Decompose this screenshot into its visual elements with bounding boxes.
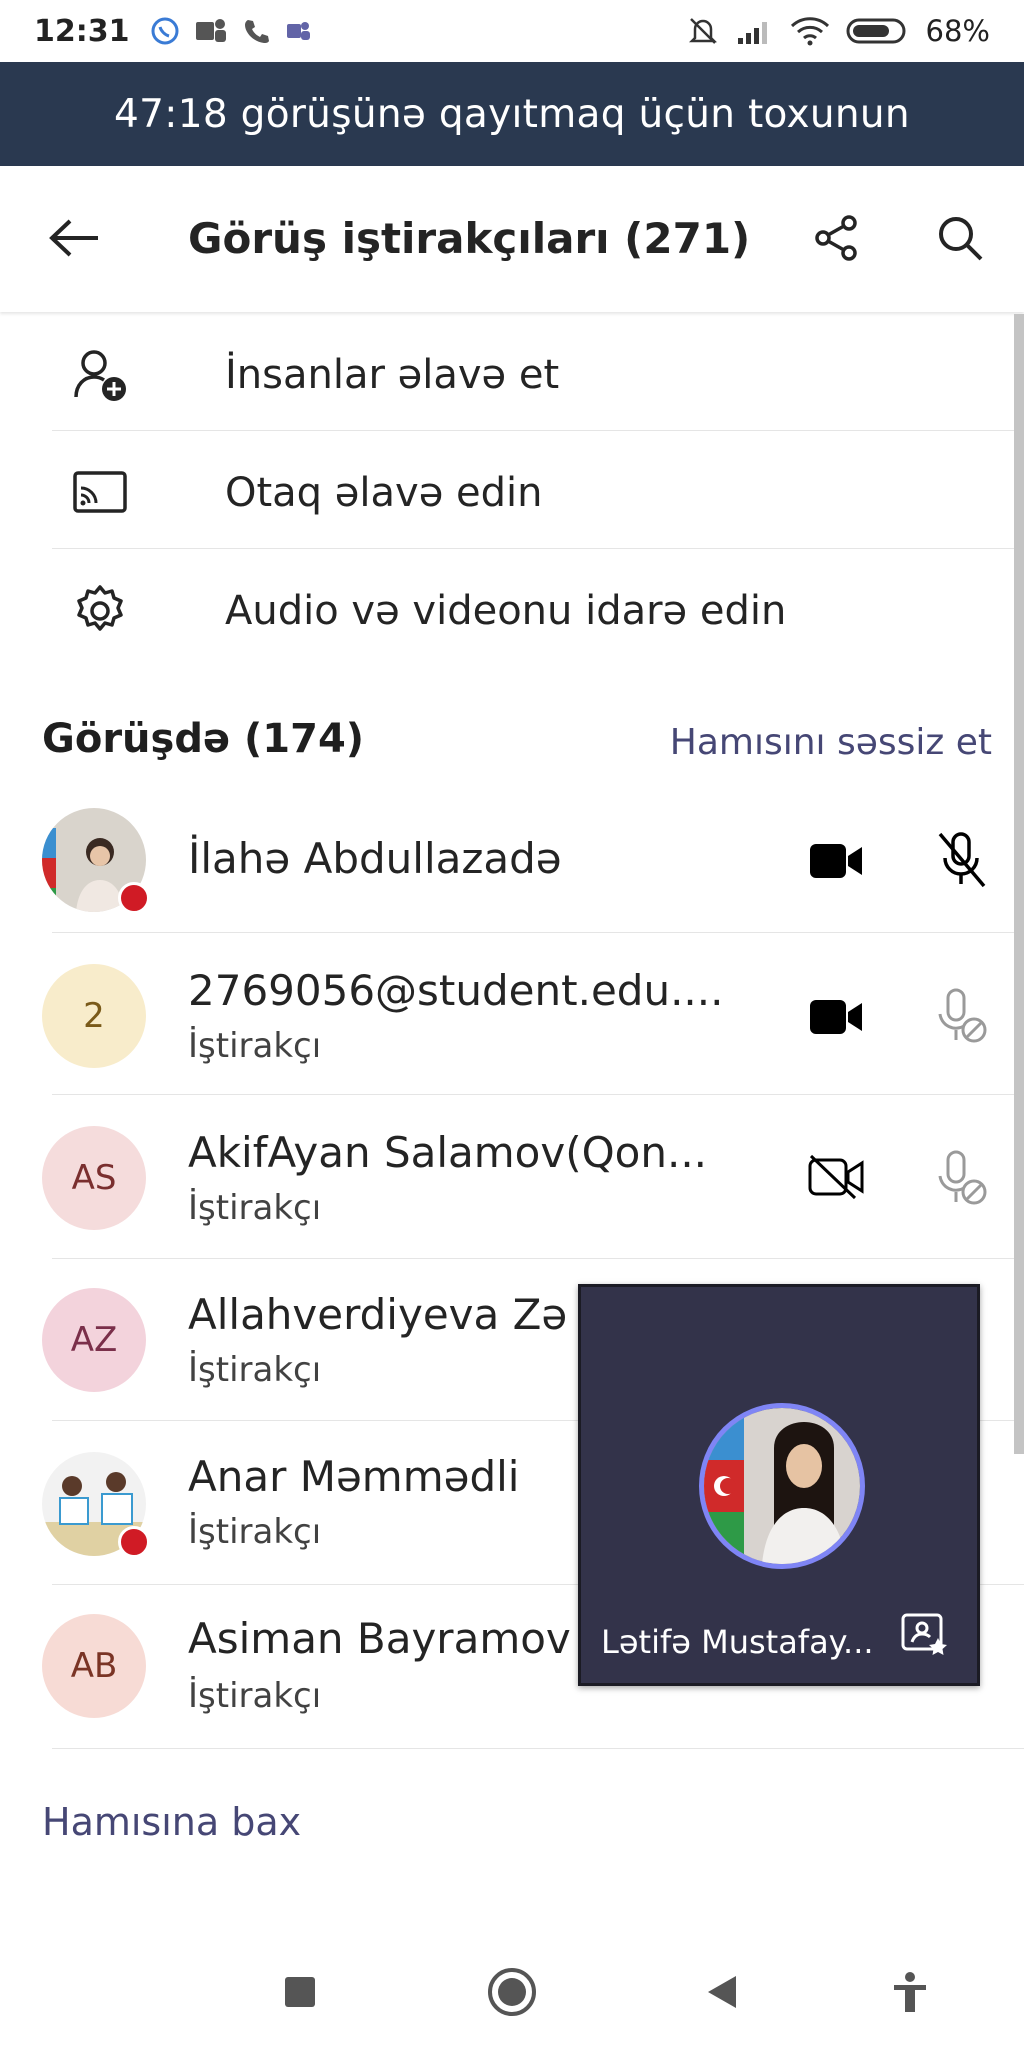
back-nav-button[interactable] bbox=[692, 1962, 752, 2022]
home-button[interactable] bbox=[482, 1962, 542, 2022]
back-button[interactable] bbox=[44, 208, 104, 268]
whatsapp-icon bbox=[151, 17, 178, 45]
participant-name: Asiman Bayramov bbox=[188, 1614, 571, 1663]
avatar-initials: 2 bbox=[83, 996, 105, 1036]
teams-small-icon bbox=[286, 22, 310, 40]
meeting-pip-window[interactable]: Lətifə Mustafay... bbox=[578, 1284, 980, 1686]
share-button[interactable] bbox=[804, 206, 868, 270]
avatar: 2 bbox=[42, 964, 146, 1068]
teams-icon bbox=[195, 19, 226, 42]
return-banner-text: 47:18 görüşünə qayıtmaq üçün toxunun bbox=[114, 91, 910, 137]
in-meeting-heading: Görüşdə (174) bbox=[42, 716, 365, 762]
app-header: Görüş iştirakçıları (271) bbox=[0, 166, 1024, 312]
phone-icon bbox=[244, 20, 269, 43]
participant-role: İştirakçı bbox=[188, 1188, 322, 1228]
status-bar: 12:31 68% bbox=[0, 0, 1024, 62]
video-off-icon bbox=[806, 1152, 866, 1202]
mute-all-button[interactable]: Hamısını səssiz et bbox=[670, 722, 992, 763]
participant-name: 2769056@student.edu.... bbox=[188, 966, 724, 1015]
wifi-icon bbox=[790, 17, 829, 46]
participant-name: Anar Məmmədli bbox=[188, 1452, 520, 1501]
notification-icons bbox=[150, 16, 312, 46]
participant-row[interactable]: 2 2769056@student.edu.... İştirakçı bbox=[0, 936, 1024, 1098]
signal-icon bbox=[737, 22, 767, 44]
participant-role: İştirakçı bbox=[188, 1676, 322, 1716]
status-right: 68% bbox=[686, 14, 990, 48]
presenter-icon bbox=[897, 1607, 953, 1663]
add-room-label: Otaq əlavə edin bbox=[225, 470, 543, 516]
search-button[interactable] bbox=[928, 206, 992, 270]
participant-name: Allahverdiyeva Zə bbox=[188, 1290, 568, 1339]
back-arrow-icon bbox=[49, 219, 98, 257]
video-on-icon bbox=[806, 836, 866, 886]
participant-row[interactable]: İlahə Abdullazadə bbox=[0, 780, 1024, 942]
triangle-back-icon bbox=[708, 1976, 736, 2008]
manage-audio-video-row[interactable]: Audio və videonu idarə edin bbox=[0, 552, 1024, 670]
recording-indicator bbox=[118, 1526, 150, 1558]
home-circle-icon bbox=[488, 1968, 536, 2016]
accessibility-icon bbox=[894, 1972, 926, 2012]
participant-role: İştirakçı bbox=[188, 1512, 322, 1552]
add-people-label: İnsanlar əlavə et bbox=[225, 352, 560, 398]
manage-audio-video-label: Audio və videonu idarə edin bbox=[225, 588, 787, 634]
video-on-icon bbox=[806, 992, 866, 1042]
see-all-link[interactable]: Hamısına bax bbox=[42, 1800, 301, 1844]
avatar: AZ bbox=[42, 1288, 146, 1392]
mute-bell-icon bbox=[688, 18, 717, 44]
divider bbox=[52, 1258, 1024, 1259]
status-time: 12:31 bbox=[34, 13, 130, 49]
avatar: AB bbox=[42, 1614, 146, 1718]
scrollbar[interactable] bbox=[1014, 314, 1024, 1454]
mic-disabled-icon bbox=[932, 1148, 992, 1208]
mic-muted-icon[interactable] bbox=[932, 830, 992, 890]
gear-icon bbox=[68, 579, 132, 643]
avatar-initials: AZ bbox=[70, 1320, 118, 1360]
pip-avatar bbox=[699, 1403, 865, 1569]
add-room-row[interactable]: Otaq əlavə edin bbox=[0, 434, 1024, 552]
avatar bbox=[42, 808, 150, 914]
mic-disabled-icon bbox=[932, 986, 992, 1046]
square-icon bbox=[285, 1977, 315, 2007]
share-icon bbox=[815, 215, 857, 261]
accessibility-button[interactable] bbox=[880, 1962, 940, 2022]
page-title: Görüş iştirakçıları (271) bbox=[188, 214, 751, 263]
avatar: AS bbox=[42, 1126, 146, 1230]
return-to-meeting-banner[interactable]: 47:18 görüşünə qayıtmaq üçün toxunun bbox=[0, 62, 1024, 166]
divider bbox=[52, 548, 1024, 549]
add-people-row[interactable]: İnsanlar əlavə et bbox=[0, 316, 1024, 434]
participant-role: İştirakçı bbox=[188, 1026, 322, 1066]
participant-row[interactable]: AS AkifAyan Salamov(Qon... İştirakçı bbox=[0, 1098, 1024, 1260]
system-nav-bar bbox=[0, 1926, 1024, 2048]
divider bbox=[52, 1748, 1024, 1749]
add-person-icon bbox=[68, 343, 132, 407]
recording-indicator bbox=[118, 882, 150, 914]
avatar bbox=[42, 1452, 150, 1558]
divider bbox=[52, 932, 1024, 933]
cast-icon bbox=[68, 461, 132, 525]
divider bbox=[52, 430, 1024, 431]
participant-role: İştirakçı bbox=[188, 1350, 322, 1390]
avatar-initials: AS bbox=[71, 1158, 117, 1198]
participant-name: İlahə Abdullazadə bbox=[188, 834, 562, 883]
battery-icon bbox=[846, 18, 906, 44]
recents-button[interactable] bbox=[270, 1962, 330, 2022]
avatar-initials: AB bbox=[70, 1646, 118, 1686]
pip-participant-name: Lətifə Mustafay... bbox=[601, 1623, 874, 1661]
search-icon bbox=[939, 217, 983, 261]
battery-percent: 68% bbox=[925, 14, 990, 48]
participant-name: AkifAyan Salamov(Qon... bbox=[188, 1128, 708, 1177]
divider bbox=[52, 1094, 1024, 1095]
